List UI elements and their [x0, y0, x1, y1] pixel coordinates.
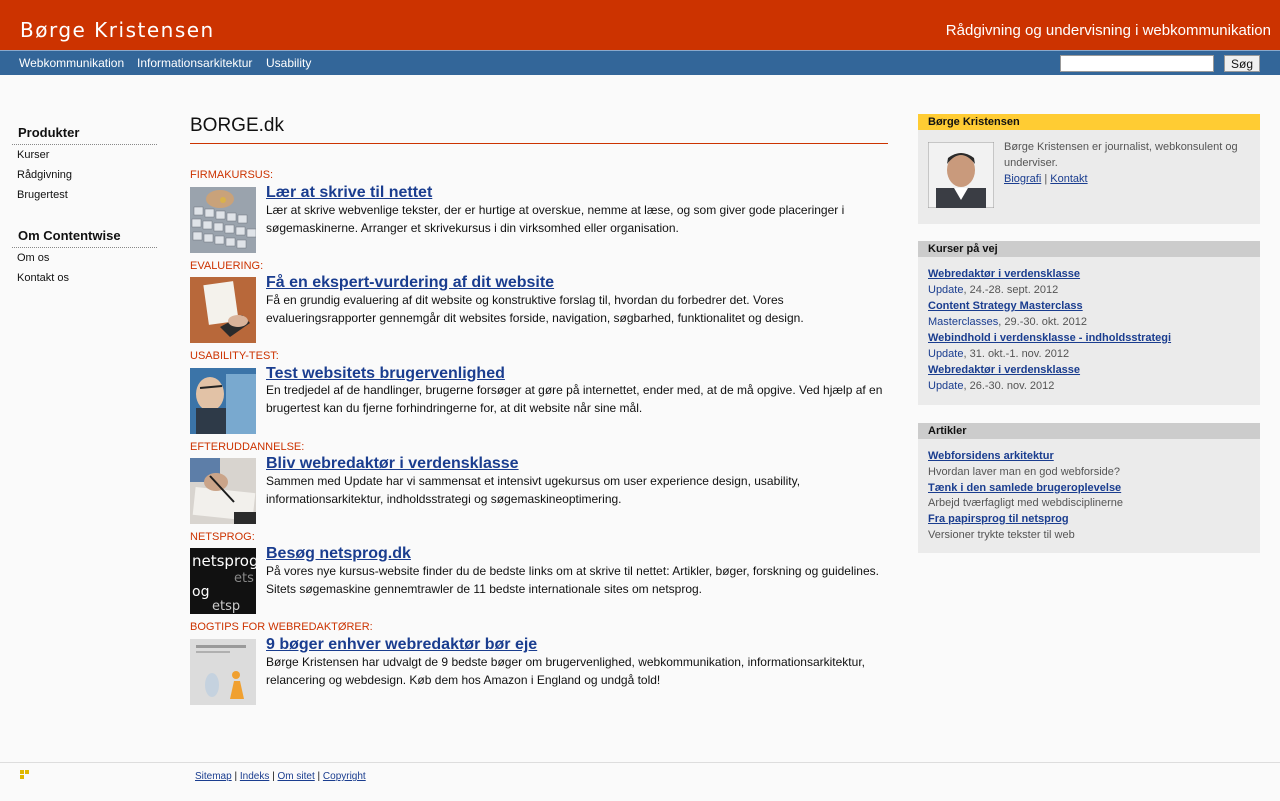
entry-desc: Sammen med Update har vi sammensat et in…	[266, 474, 801, 506]
entry-category: Usability-test:	[190, 350, 279, 362]
page-title: BORGE.dk	[190, 115, 888, 144]
course-date: , 31. okt.-1. nov. 2012	[963, 348, 1070, 360]
netsprog-logo-image[interactable]: netsprog ets og etsp	[190, 548, 256, 614]
entry-desc: Børge Kristensen har udvalgt de 9 bedste…	[266, 655, 865, 687]
course-date: , 24.-28. sept. 2012	[963, 284, 1059, 296]
entry-desc: En tredjedel af de handlinger, brugerne …	[266, 383, 883, 415]
thumb-netsprog-text: netsprog	[192, 552, 256, 570]
svg-text:etsp: etsp	[212, 599, 240, 614]
entry-title-netsprog[interactable]: Besøg netsprog.dk	[266, 545, 411, 563]
book-cover-image[interactable]	[190, 639, 256, 705]
article-subtitle: Versioner trykte tekster til web	[928, 529, 1075, 541]
top-nav: Webkommunikation Informationsarkitektur …	[0, 50, 1280, 75]
footer-indeks-link[interactable]: Indeks	[240, 771, 269, 782]
nav-informationsarkitektur[interactable]: Informationsarkitektur	[137, 56, 252, 70]
biografi-link[interactable]: Biografi	[1004, 173, 1041, 185]
entry-category: Netsprog:	[190, 531, 255, 543]
footer-logo-icon	[20, 770, 29, 779]
profile-box: Børge Kristensen Børge Kristensen er jou…	[918, 114, 1260, 224]
footer-sitemap-link[interactable]: Sitemap	[195, 771, 232, 782]
search-input[interactable]	[1060, 55, 1214, 72]
article-subtitle: Hvordan laver man en god webforside?	[928, 466, 1121, 478]
footer-sep: |	[272, 771, 275, 782]
profile-heading: Børge Kristensen	[918, 114, 1260, 130]
course-title-link[interactable]: Content Strategy Masterclass	[928, 300, 1083, 312]
footer-sep: |	[234, 771, 238, 782]
course-org-link[interactable]: Update	[928, 284, 963, 296]
entry-title-evaluering[interactable]: Få en ekspert-vurdering af dit website	[266, 274, 554, 292]
course-title-link[interactable]: Webredaktør i verdensklasse	[928, 364, 1080, 376]
site-footer: Sitemap | Indeks | Om sitet | Copyright	[0, 762, 1280, 801]
entry-title-brugertest[interactable]: Test websitets brugervenlighed	[266, 365, 505, 383]
entry-category: Evaluering:	[190, 260, 264, 272]
link-separator: |	[1044, 173, 1048, 185]
profile-links: Biografi | Kontakt	[1004, 173, 1088, 185]
search-button[interactable]: Søg	[1224, 55, 1260, 72]
keyboard-photo[interactable]	[190, 187, 256, 253]
articles-box: Artikler Webforsidens arkitektur Hvordan…	[918, 423, 1260, 553]
nav-usability[interactable]: Usability	[266, 56, 311, 70]
nav-webkommunikation[interactable]: Webkommunikation	[19, 56, 124, 70]
site-tagline: Rådgivning og undervisning i webkommunik…	[945, 22, 1271, 39]
entry-category: Bogtips for webredaktører:	[190, 621, 373, 633]
course-org-link[interactable]: Update	[928, 348, 963, 360]
course-org-link[interactable]: Update	[928, 380, 963, 392]
entry-category: Efteruddannelse:	[190, 441, 305, 453]
profile-text: Børge Kristensen er journalist, webkonsu…	[1004, 141, 1238, 153]
profile-photo	[928, 142, 994, 208]
svg-text:ets: ets	[234, 571, 254, 586]
sidebar-item-kurser[interactable]: Kurser	[17, 149, 49, 161]
courses-box: Kurser på vej Webredaktør i verdensklass…	[918, 241, 1260, 405]
kontakt-link[interactable]: Kontakt	[1050, 173, 1087, 185]
sidebar-item-brugertest[interactable]: Brugertest	[17, 189, 68, 201]
sidebar-heading-om-contentwise: Om Contentwise	[12, 228, 157, 248]
evaluation-photo[interactable]	[190, 277, 256, 343]
entry-title-webredaktoer[interactable]: Bliv webredaktør i verdensklasse	[266, 455, 519, 473]
site-logo[interactable]: Børge Kristensen	[20, 18, 215, 42]
course-date: , 26.-30. nov. 2012	[963, 380, 1055, 392]
footer-copyright-link[interactable]: Copyright	[323, 771, 366, 782]
courses-heading: Kurser på vej	[918, 241, 1260, 257]
entry-title-skrive[interactable]: Lær at skrive til nettet	[266, 184, 432, 202]
course-org-link[interactable]: Masterclasses	[928, 316, 998, 328]
article-title-link[interactable]: Tænk i den samlede brugeroplevelse	[928, 482, 1121, 494]
course-title-link[interactable]: Webredaktør i verdensklasse	[928, 268, 1080, 280]
article-title-link[interactable]: Webforsidens arkitektur	[928, 450, 1054, 462]
sidebar-item-kontakt-os[interactable]: Kontakt os	[17, 272, 69, 284]
profile-text: underviser.	[1004, 157, 1058, 169]
sidebar-heading-produkter: Produkter	[12, 125, 157, 145]
site-header: Børge Kristensen Rådgivning og undervisn…	[0, 0, 1280, 50]
entry-desc: Få en grundig evaluering af dit website …	[266, 293, 804, 325]
article-title-link[interactable]: Fra papirsprog til netsprog	[928, 513, 1069, 525]
entry-desc: På vores nye kursus-website finder du de…	[266, 564, 879, 596]
sidebar-item-om-os[interactable]: Om os	[17, 252, 49, 264]
entry-category: Firmakursus:	[190, 169, 274, 181]
course-title-link[interactable]: Webindhold i verdensklasse - indholdsstr…	[928, 332, 1171, 344]
footer-links: Sitemap | Indeks | Om sitet | Copyright	[195, 771, 366, 782]
entry-title-boeger[interactable]: 9 bøger enhver webredaktør bør eje	[266, 636, 537, 654]
svg-text:og: og	[192, 584, 209, 600]
sidebar-item-raadgivning[interactable]: Rådgivning	[17, 169, 72, 181]
usability-photo[interactable]	[190, 368, 256, 434]
articles-heading: Artikler	[918, 423, 1260, 439]
footer-sep: |	[317, 771, 321, 782]
article-subtitle: Arbejd tværfagligt med webdisciplinerne	[928, 497, 1124, 509]
course-date: , 29.-30. okt. 2012	[998, 316, 1087, 328]
footer-om-sitet-link[interactable]: Om sitet	[278, 771, 315, 782]
entry-desc: Lær at skrive webvenlige tekster, der er…	[266, 203, 845, 235]
writing-photo[interactable]	[190, 458, 256, 524]
